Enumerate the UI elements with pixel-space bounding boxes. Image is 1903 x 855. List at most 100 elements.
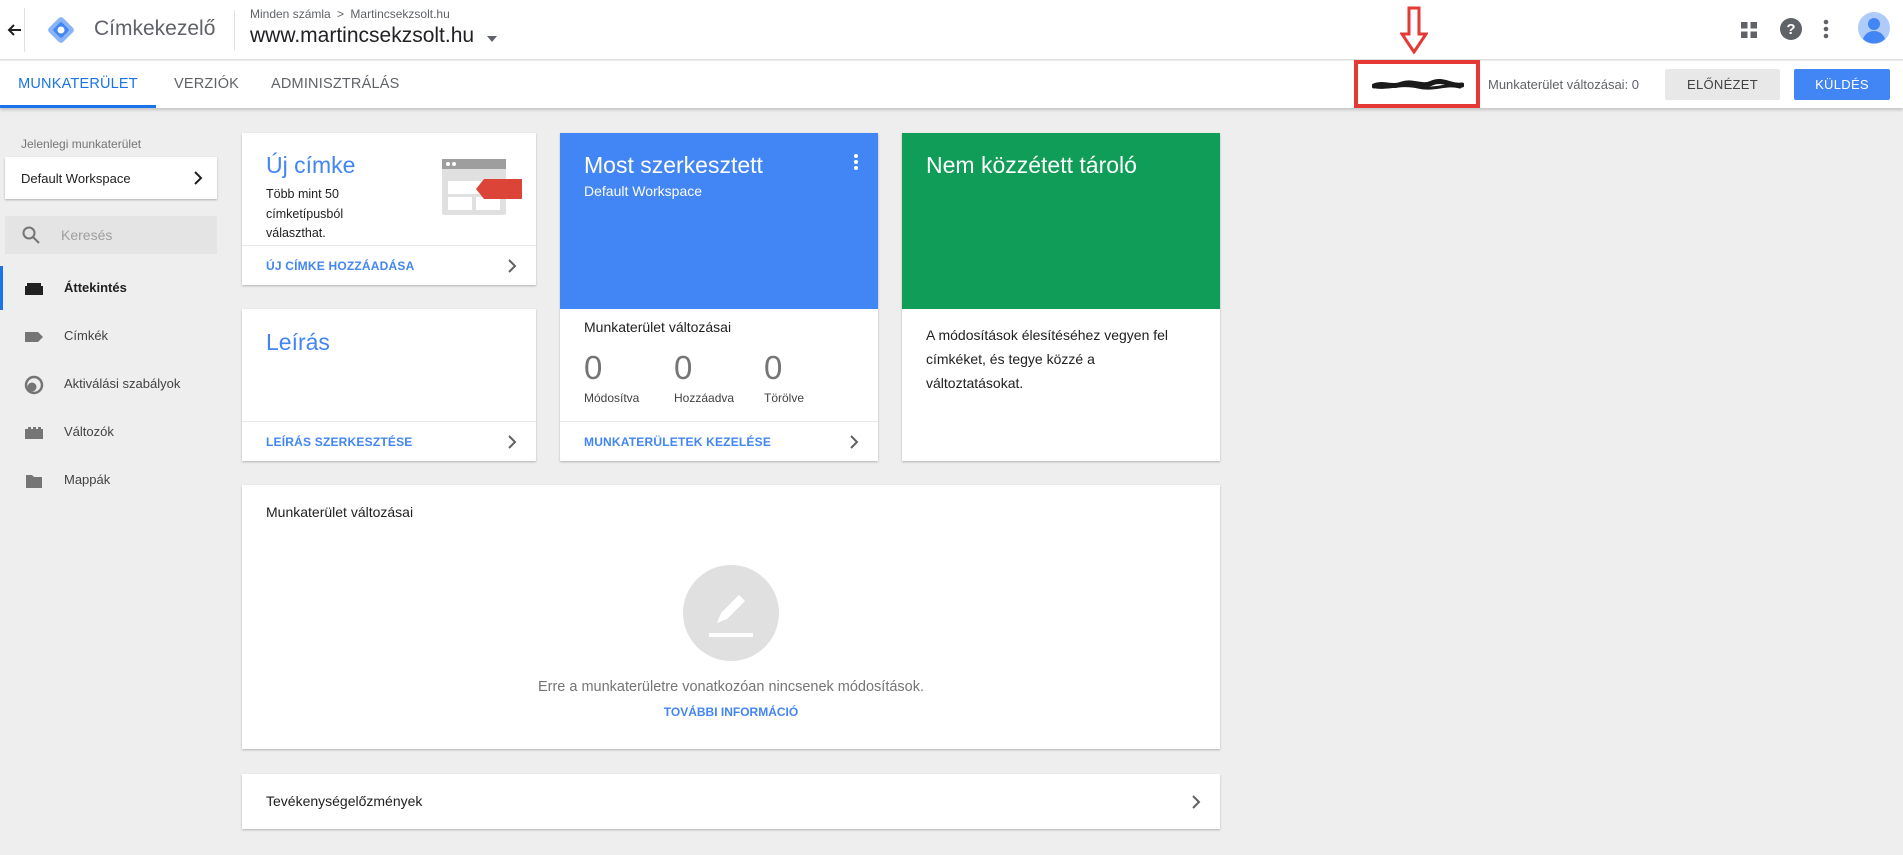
recently-edited-header: Most szerkesztett Default Workspace xyxy=(560,133,878,309)
preview-button[interactable]: ELŐNÉZET xyxy=(1665,69,1780,100)
search-box[interactable]: Keresés xyxy=(5,216,217,254)
svg-text:?: ? xyxy=(1786,21,1795,38)
more-vert-icon[interactable] xyxy=(1822,17,1830,41)
body-line: címkéket, és tegye közzé a xyxy=(926,351,1095,367)
chevron-right-icon xyxy=(1188,794,1204,810)
empty-state-text: Erre a munkaterületre vonatkozóan nincse… xyxy=(537,679,925,695)
search-icon xyxy=(22,226,40,249)
apps-grid-icon[interactable] xyxy=(1738,19,1760,41)
tab-workspace-label: MUNKATERÜLET xyxy=(18,76,138,92)
divider xyxy=(24,8,25,52)
more-vert-icon[interactable] xyxy=(853,153,859,173)
chevron-right-icon xyxy=(846,434,862,450)
stat-value: 0 xyxy=(584,349,603,386)
submit-button[interactable]: KÜLDÉS xyxy=(1794,69,1890,100)
sidebar-item-overview[interactable]: Áttekintés xyxy=(0,266,230,312)
app-name: Címkekezelő xyxy=(94,17,216,40)
container-selector[interactable]: www.martincsekzsolt.hu xyxy=(250,24,497,52)
workspace-changes-count: Munkaterület változásai: 0 xyxy=(1488,77,1640,92)
add-new-tag-link[interactable]: ÚJ CÍMKE HOZZÁADÁSA xyxy=(266,259,414,273)
workspace-changes-card: Munkaterület változásai Erre a munkaterü… xyxy=(242,485,1220,749)
gtm-logo-icon xyxy=(43,12,79,48)
edit-description-link[interactable]: LEÍRÁS SZERKESZTÉSE xyxy=(266,435,413,449)
manage-workspaces-footer[interactable]: MUNKATERÜLETEK KEZELÉSE xyxy=(560,421,878,461)
sidebar-item-tags[interactable]: Címkék xyxy=(0,314,230,360)
workspace-changes-heading: Munkaterület változásai xyxy=(584,319,732,335)
tab-versions-label: VERZIÓK xyxy=(174,76,240,92)
tab-admin-label: ADMINISZTRÁLÁS xyxy=(271,76,400,92)
tab-workspace[interactable]: MUNKATERÜLET xyxy=(0,61,156,108)
new-tag-footer[interactable]: ÚJ CÍMKE HOZZÁADÁSA xyxy=(242,245,536,285)
stat-label: Törölve xyxy=(764,391,805,405)
stat-label: Hozzáadva xyxy=(674,391,735,405)
empty-state-edit-icon xyxy=(683,565,779,661)
avatar[interactable] xyxy=(1858,12,1890,44)
back-arrow-icon[interactable] xyxy=(4,18,26,42)
search-input-placeholder: Keresés xyxy=(61,227,113,243)
stat-deleted: 0 Törölve xyxy=(764,349,804,405)
sidebar-item-folders[interactable]: Mappák xyxy=(0,458,230,504)
active-tab-indicator xyxy=(0,105,156,108)
new-tag-description: Több mint 50 címketípusból választhat. xyxy=(266,185,343,244)
recently-edited-workspace: Default Workspace xyxy=(584,183,703,199)
description-footer[interactable]: LEÍRÁS SZERKESZTÉSE xyxy=(242,421,536,461)
chevron-right-icon xyxy=(504,434,520,450)
folder-icon xyxy=(24,471,44,491)
top-app-bar: Címkekezelő Minden számla > Martincsekzs… xyxy=(0,0,1903,60)
sidebar-item-label: Mappák xyxy=(64,472,111,487)
container-name: www.martincsekzsolt.hu xyxy=(250,24,475,47)
workspace-changes-title: Munkaterület változásai xyxy=(266,504,414,520)
overview-icon xyxy=(24,279,44,299)
help-icon[interactable]: ? xyxy=(1779,17,1803,41)
tag-illustration-icon xyxy=(442,159,522,219)
learn-more-link[interactable]: TOVÁBBI INFORMÁCIÓ xyxy=(242,705,1220,719)
stat-modified: 0 Módosítva xyxy=(584,349,639,405)
chevron-right-icon xyxy=(504,258,520,274)
tab-admin[interactable]: ADMINISZTRÁLÁS xyxy=(271,61,400,108)
desc-line: választhat. xyxy=(266,226,326,240)
activity-history-card[interactable]: Tevékenységelőzmények xyxy=(242,774,1220,829)
stat-added: 0 Hozzáadva xyxy=(674,349,734,405)
activity-history-title: Tevékenységelőzmények xyxy=(266,793,423,809)
unpublished-header: Nem közzétett tároló xyxy=(902,133,1220,309)
breadcrumb: Minden számla > Martincsekzsolt.hu xyxy=(250,7,450,21)
tag-icon xyxy=(24,327,44,347)
stat-label: Módosítva xyxy=(584,391,640,405)
recently-edited-title: Most szerkesztett xyxy=(584,152,763,178)
divider xyxy=(234,10,235,50)
chevron-right-icon xyxy=(193,170,203,191)
unpublished-body: A módosítások élesítéséhez vegyen fel cí… xyxy=(926,323,1168,395)
body-line: A módosítások élesítéséhez vegyen fel xyxy=(926,327,1169,343)
sidebar-item-label: Címkék xyxy=(64,328,109,343)
breadcrumb-all-accounts[interactable]: Minden számla xyxy=(250,7,331,21)
sidebar-item-label: Áttekintés xyxy=(64,280,127,295)
stat-value: 0 xyxy=(674,349,693,386)
trigger-icon xyxy=(24,375,44,395)
workspace-caption: Jelenlegi munkaterület xyxy=(21,137,142,151)
annotation-arrow-icon xyxy=(1399,6,1429,55)
unpublished-container-card: Nem közzétett tároló A módosítások élesí… xyxy=(902,133,1220,461)
recently-edited-card: Most szerkesztett Default Workspace Munk… xyxy=(560,133,878,461)
tab-bar: MUNKATERÜLET VERZIÓK ADMINISZTRÁLÁS Munk… xyxy=(0,60,1903,108)
desc-line: címketípusból xyxy=(266,206,344,221)
description-title: Leírás xyxy=(266,329,330,355)
manage-workspaces-link[interactable]: MUNKATERÜLETEK KEZELÉSE xyxy=(584,435,771,449)
workspace-selector[interactable]: Default Workspace xyxy=(5,157,217,199)
unpublished-title: Nem közzétett tároló xyxy=(926,152,1137,178)
tab-versions[interactable]: VERZIÓK xyxy=(174,61,239,108)
stat-value: 0 xyxy=(764,349,783,386)
new-tag-card: Új címke Több mint 50 címketípusból vála… xyxy=(242,133,536,285)
sidebar-item-label: Aktiválási szabályok xyxy=(64,376,181,391)
sidebar-item-triggers[interactable]: Aktiválási szabályok xyxy=(0,362,230,408)
desc-line: Több mint 50 xyxy=(266,187,339,201)
sidebar-item-label: Változók xyxy=(64,424,114,439)
body-line: változtatásokat. xyxy=(926,375,1024,391)
description-card: Leírás LEÍRÁS SZERKESZTÉSE xyxy=(242,309,536,461)
new-tag-title: Új címke xyxy=(266,152,356,178)
dropdown-arrow-icon xyxy=(486,29,497,47)
variable-icon xyxy=(24,423,44,443)
workspace-name: Default Workspace xyxy=(21,171,131,186)
breadcrumb-separator: > xyxy=(337,7,345,21)
sidebar-item-variables[interactable]: Változók xyxy=(0,410,230,456)
breadcrumb-account[interactable]: Martincsekzsolt.hu xyxy=(350,7,449,21)
